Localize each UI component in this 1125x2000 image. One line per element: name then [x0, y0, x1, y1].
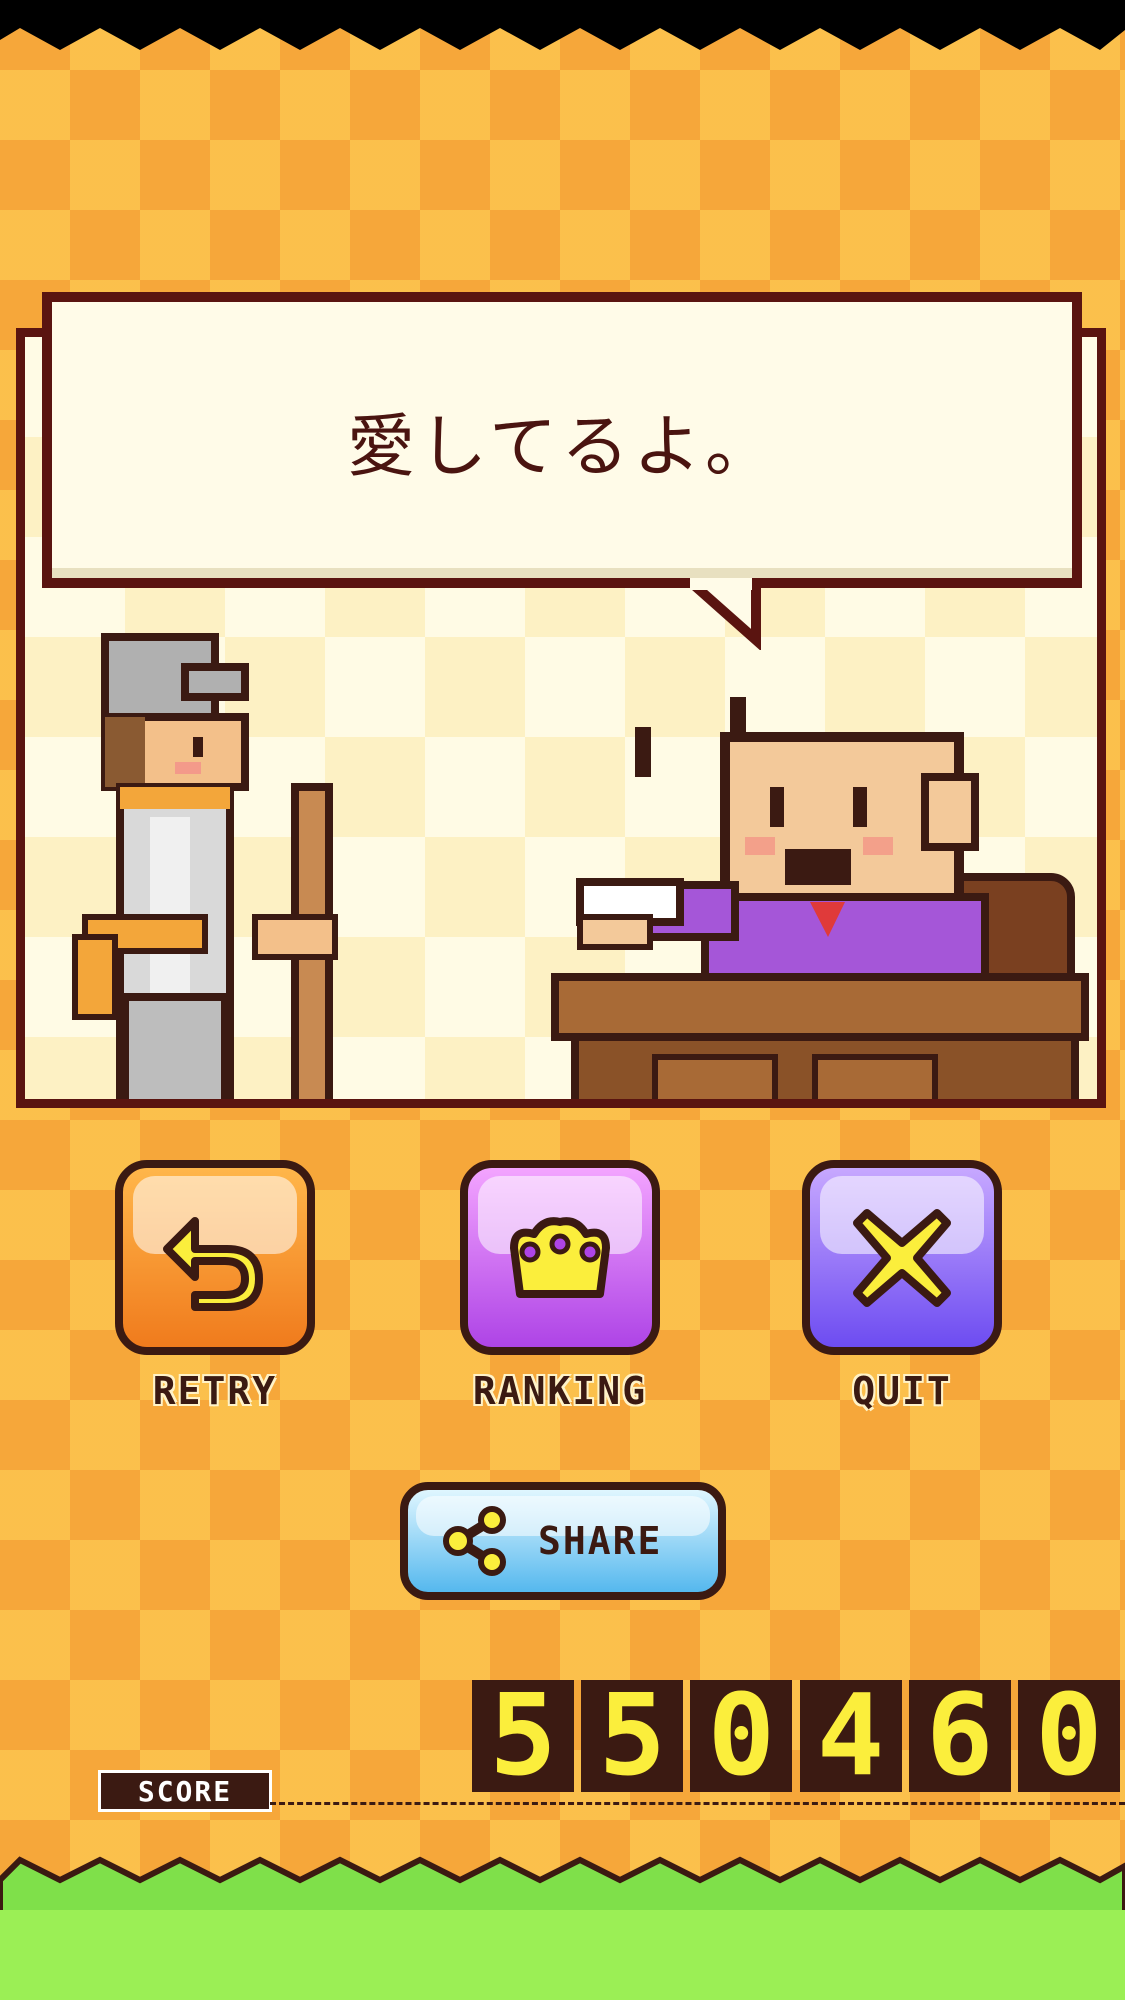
score-digit: 4 [799, 1680, 902, 1792]
quit-button[interactable] [802, 1160, 1002, 1355]
speech-bubble-tail [686, 578, 761, 650]
score-digit: 5 [581, 1680, 684, 1792]
share-button[interactable]: SHARE [400, 1482, 726, 1600]
score-digit: 6 [908, 1680, 1011, 1792]
speech-bubble: 愛してるよ。 [42, 292, 1082, 588]
score-digit: 5 [472, 1680, 574, 1792]
retry-label: RETRY [152, 1369, 278, 1413]
worker-character [72, 633, 338, 1099]
retry-arrow-icon [163, 1216, 263, 1311]
crown-icon [510, 1216, 610, 1298]
score-digit: 0 [1017, 1680, 1120, 1792]
retry-button[interactable] [115, 1160, 315, 1355]
grass-ground-decoration [0, 1856, 1125, 2000]
ranking-button[interactable] [460, 1160, 660, 1355]
share-label: SHARE [538, 1519, 663, 1563]
boss-character [551, 697, 1089, 1099]
ranking-label: RANKING [472, 1369, 648, 1413]
score-value: 5 5 0 4 6 0 [472, 1680, 1120, 1798]
quit-label: QUIT [852, 1369, 952, 1413]
top-border-decoration [0, 0, 1125, 50]
score-digit: 0 [690, 1680, 793, 1792]
share-icon [443, 1506, 506, 1576]
score-label: SCORE [98, 1770, 272, 1812]
score-divider [270, 1802, 1125, 1805]
close-icon [853, 1208, 951, 1307]
dialog-message: 愛してるよ。 [347, 407, 777, 487]
